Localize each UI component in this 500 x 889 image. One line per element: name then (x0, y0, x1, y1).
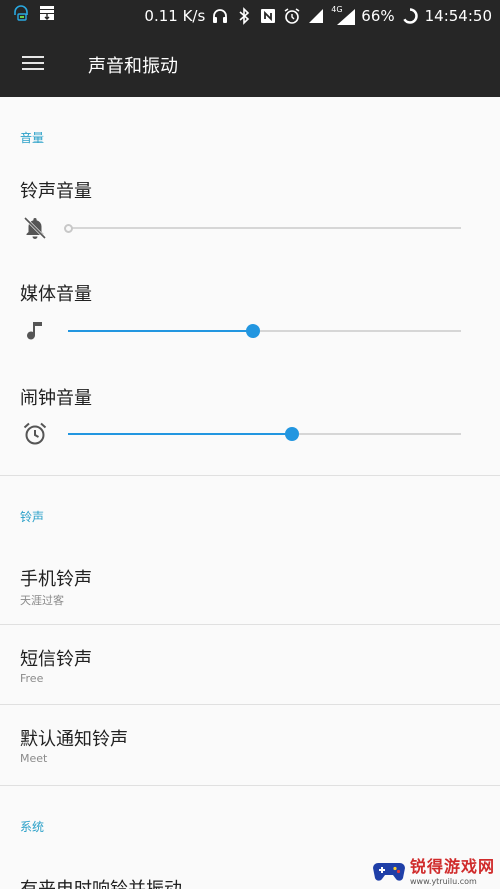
section-divider (0, 475, 500, 476)
row-title: 短信铃声 (20, 649, 92, 670)
slider-fill (68, 433, 292, 435)
cellular-4g-icon: 4G (331, 5, 356, 25)
bluetooth-icon (239, 7, 250, 25)
music-note-icon (27, 322, 42, 340)
row-title: 手机铃声 (20, 569, 92, 590)
row-title: 默认通知铃声 (20, 729, 128, 750)
section-divider (0, 785, 500, 786)
section-header-system: 系统 (20, 820, 45, 834)
media-volume-label: 媒体音量 (20, 284, 92, 305)
alarm-clock-icon (23, 422, 47, 445)
section-header-volume: 音量 (20, 131, 45, 145)
battery-ring-icon (401, 8, 418, 24)
alarm-volume-label: 闹钟音量 (20, 388, 92, 409)
bell-off-icon (23, 216, 47, 240)
menu-icon-line (22, 68, 44, 70)
media-volume-slider[interactable] (68, 321, 461, 341)
status-bar: 0.11 K/s 4G 66% 14:54:50 (0, 0, 500, 32)
section-header-ringtones: 铃声 (20, 510, 45, 524)
watermark-url: www.ytruilu.com (410, 877, 477, 886)
alarm-volume-slider[interactable] (68, 424, 461, 444)
app-bar: 声音和振动 (0, 32, 500, 97)
page-title: 声音和振动 (88, 56, 178, 77)
download-icon (40, 6, 54, 20)
row-title: 有来电时响铃并振动 (20, 875, 182, 889)
menu-icon-line (22, 56, 44, 58)
watermark-name: 锐得游戏网 (410, 857, 496, 876)
gamepad-logo-icon (373, 862, 405, 881)
row-subtitle: Meet (20, 752, 48, 765)
watermark: 锐得游戏网 www.ytruilu.com (372, 850, 500, 889)
sms-ringtone-row[interactable]: 短信铃声 Free (0, 645, 500, 705)
slider-fill (68, 330, 253, 332)
ringtone-row[interactable]: 手机铃声 天涯过客 (0, 565, 500, 625)
headset-notification-icon (14, 5, 28, 21)
alarm-status-icon (284, 8, 300, 24)
settings-list: 音量 铃声音量 媒体音量 闹钟音量 铃声 手机铃声 天涯过客 短信铃声 Free… (0, 97, 500, 889)
menu-icon-line (22, 62, 44, 64)
status-time: 14:54:50 (424, 7, 492, 25)
slider-thumb[interactable] (245, 324, 260, 338)
row-subtitle: 天涯过客 (20, 594, 64, 607)
nfc-icon (261, 9, 276, 23)
ringtone-volume-label: 铃声音量 (20, 181, 92, 202)
network-speed: 0.11 K/s (144, 7, 206, 25)
notification-ringtone-row[interactable]: 默认通知铃声 Meet (0, 725, 500, 785)
row-divider (0, 704, 500, 705)
row-subtitle: Free (20, 672, 44, 685)
slider-track (68, 227, 461, 229)
ringtone-volume-slider[interactable] (63, 218, 461, 238)
headphones-icon (213, 9, 228, 23)
slider-thumb[interactable] (63, 223, 73, 233)
slider-thumb[interactable] (285, 427, 299, 441)
battery-percent: 66% (361, 7, 395, 25)
wifi-signal-icon (309, 9, 324, 23)
row-divider (0, 624, 500, 625)
menu-button[interactable] (20, 52, 48, 76)
